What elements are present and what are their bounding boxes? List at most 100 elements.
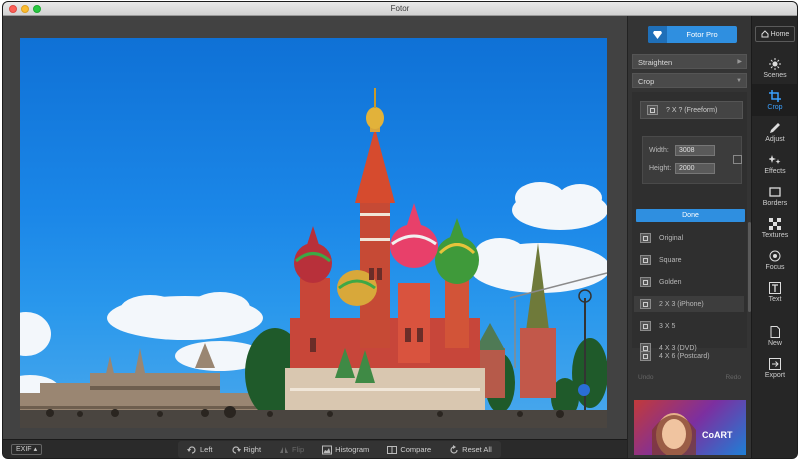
rail-label: Scenes [763,71,787,79]
histogram-label: Histogram [335,445,370,454]
canvas-area [3,16,627,439]
rail-item-borders[interactable]: Borders [752,180,797,212]
crop-option-label: Square [659,256,682,264]
flip-label: Flip [292,445,305,454]
home-label: Home [770,30,790,38]
exif-button[interactable]: EXIF ▴ [11,444,43,455]
rail-item-effects[interactable]: Effects [752,148,797,180]
crop-option-3x5[interactable]: 3 X 5 [640,318,740,334]
chevron-right-icon: ▶ [737,59,742,65]
app-window: Fotor EXIF ▴ Left Right Flip Histogram C… [3,2,797,458]
portrait-ratio-icon [640,351,651,361]
compare-label: Compare [400,445,432,454]
rotate-right-icon [231,445,241,454]
crop-option-2x3[interactable]: 2 X 3 (iPhone) [634,296,744,312]
diamond-icon [648,26,667,43]
width-input[interactable]: 3008 [675,145,715,156]
rotate-right-button[interactable]: Right [222,441,271,458]
text-icon [769,281,781,294]
crop-option-label: Original [659,234,684,242]
done-button[interactable]: Done [636,209,745,222]
portrait-ratio-icon [640,321,651,331]
rail-label: Export [764,371,786,379]
original-ratio-icon [640,233,651,243]
crop-option-4x6[interactable]: 4 X 6 (Postcard) [640,348,740,364]
rail-item-new[interactable]: New [752,320,797,352]
rail-label: New [767,339,782,347]
crop-label: Crop [638,77,655,86]
crop-option-square[interactable]: Square [640,252,740,268]
straighten-section-header[interactable]: Straighten ▶ [632,54,747,69]
pencil-icon [770,122,780,133]
histogram-icon [322,445,333,454]
flip-icon [280,446,289,453]
rail-item-export[interactable]: Export [752,352,797,384]
chevron-down-icon: ▼ [736,78,742,84]
straighten-label: Straighten [638,58,673,67]
ad-thumbnail[interactable]: CoART [634,400,746,455]
crop-side-panel: Fotor Pro Straighten ▶ Crop ▼ ? X ? (Fre… [627,16,751,458]
rail-label: Effects [764,167,786,175]
aspect-lock-icon[interactable] [733,155,742,164]
rail-item-textures[interactable]: Textures [752,212,797,244]
sparkle-icon [769,154,781,164]
crop-option-label: 2 X 3 (iPhone) [659,300,704,308]
golden-ratio-icon [640,277,651,287]
rail-item-adjust[interactable]: Adjust [752,116,797,148]
freeform-option[interactable]: ? X ? (Freeform) [640,101,743,119]
reset-icon [450,444,458,454]
width-row: Width: 3008 [649,145,715,156]
portrait-ratio-icon [640,299,651,309]
rail-label: Text [768,295,782,303]
home-button[interactable]: Home [755,26,795,42]
reset-all-button[interactable]: Reset All [440,441,501,458]
crop-option-label: 4 X 6 (Postcard) [659,352,710,360]
histogram-button[interactable]: Histogram [313,441,378,458]
freeform-crop-icon [647,105,658,115]
crop-option-golden[interactable]: Golden [640,274,740,290]
rail-item-focus[interactable]: Focus [752,244,797,276]
exif-label: EXIF [16,446,32,453]
height-label: Height: [649,165,672,172]
width-label: Width: [649,147,669,154]
flip-button[interactable]: Flip [270,441,313,458]
tool-rail: Home Scenes Crop Adjust Effects Borders … [751,16,797,458]
dimension-box: Width: 3008 Height: 2000 [642,136,742,184]
fotor-pro-label: Fotor Pro [686,30,718,39]
window-title: Fotor [390,4,410,13]
rail-item-text[interactable]: Text [752,276,797,308]
undo-button[interactable]: Undo [638,374,654,386]
rail-item-scenes[interactable]: Scenes [752,52,797,84]
undo-redo-bar: Undo Redo [632,374,747,386]
rotate-left-button[interactable]: Left [178,441,222,458]
rotate-left-label: Left [200,445,213,454]
thumbnail-brand-text: CoART [702,430,733,440]
compare-button[interactable]: Compare [378,441,440,458]
fotor-pro-button[interactable]: Fotor Pro [648,26,737,43]
redo-button[interactable]: Redo [725,374,741,386]
portrait-thumbnail-image [652,413,696,455]
crop-icon [769,89,781,102]
crop-options-panel: ? X ? (Freeform) Width: 3008 Height: 200… [632,92,751,353]
rotate-left-icon [187,445,196,454]
new-file-icon [770,325,780,338]
height-input[interactable]: 2000 [675,163,715,174]
height-row: Height: 2000 [649,163,715,174]
photo-canvas[interactable] [20,38,607,428]
rail-label: Crop [767,103,783,111]
title-bar: Fotor [3,2,797,16]
crop-option-label: 3 X 5 [659,322,676,330]
rail-item-crop[interactable]: Crop [752,84,797,116]
bottom-toolbar: EXIF ▴ Left Right Flip Histogram Compare… [3,439,627,458]
crop-option-label: Golden [659,278,682,286]
tool-group: Left Right Flip Histogram Compare Reset … [178,441,501,458]
home-icon [761,30,769,38]
rail-label: Textures [761,231,789,239]
crop-option-original[interactable]: Original [640,230,740,246]
compare-icon [387,445,398,454]
cathedral-photo [20,88,607,428]
checker-icon [769,217,781,230]
rail-label: Adjust [765,135,785,143]
crop-section-header[interactable]: Crop ▼ [632,73,747,88]
sun-icon [769,57,781,70]
